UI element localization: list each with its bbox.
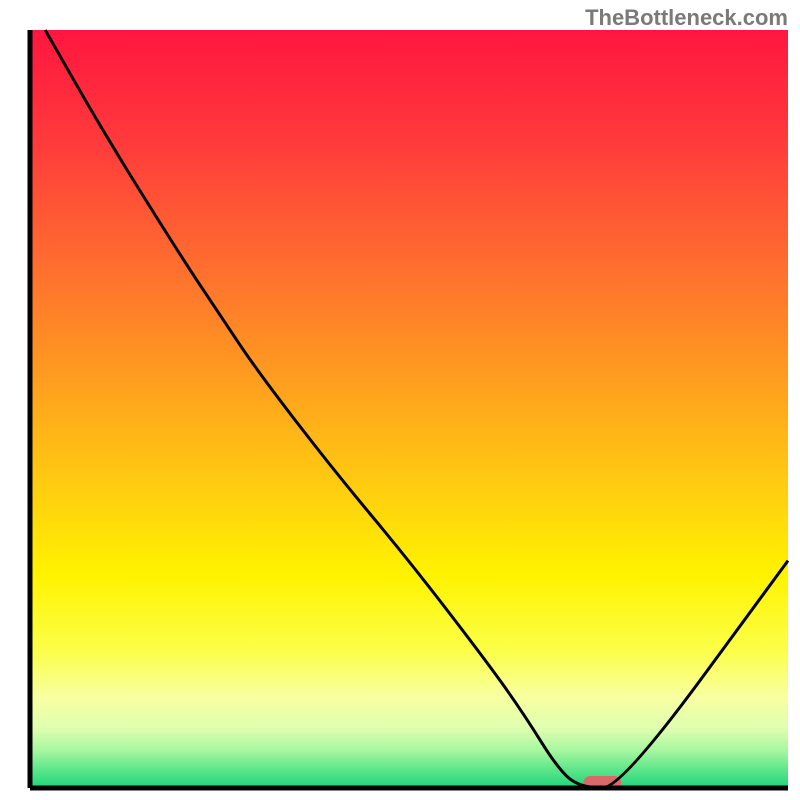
- chart-container: TheBottleneck.com: [0, 0, 800, 800]
- watermark-text: TheBottleneck.com: [585, 5, 788, 31]
- bottleneck-chart: [0, 0, 800, 800]
- plot-background: [30, 30, 788, 788]
